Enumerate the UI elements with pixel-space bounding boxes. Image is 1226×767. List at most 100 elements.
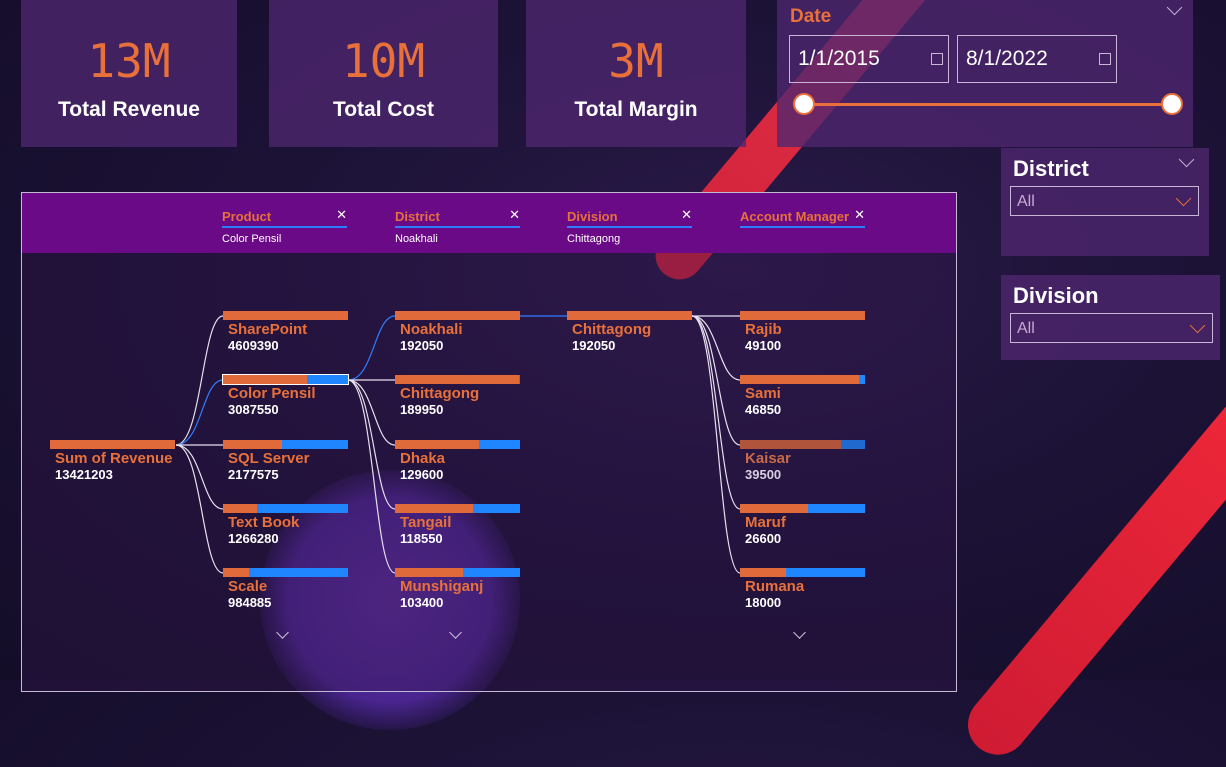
calendar-icon[interactable]	[1099, 53, 1111, 65]
node-value: 3087550	[228, 402, 279, 417]
node-label: Chittagong	[572, 321, 652, 338]
connector	[175, 444, 224, 574]
node-bar	[740, 568, 865, 577]
node-bar-fill	[740, 504, 808, 513]
end-date-value: 8/1/2022	[966, 47, 1048, 70]
district-dropdown-value: All	[1017, 193, 1035, 210]
division-slicer: Division All	[1001, 275, 1220, 360]
node-value: 118550	[400, 531, 443, 546]
node-bar	[395, 504, 520, 513]
connector	[347, 379, 396, 510]
node-label: Chittagong	[400, 385, 480, 402]
node-label: Text Book	[228, 514, 300, 531]
node-bar-fill	[223, 375, 307, 384]
node-bar-fill	[223, 504, 257, 513]
node-value: 39500	[745, 467, 782, 482]
connector	[175, 315, 224, 446]
node-bar	[50, 440, 175, 449]
node-bar	[740, 311, 865, 320]
node-bar	[395, 440, 520, 449]
node-value: 984885	[228, 595, 272, 610]
node-label: SQL Server	[228, 450, 310, 467]
node-bar-fill	[223, 440, 282, 449]
node-label: Kaisar	[745, 450, 791, 467]
division-dropdown[interactable]: All	[1010, 313, 1213, 343]
date-range-track[interactable]	[804, 103, 1173, 106]
kpi-card-total-margin: 3M Total Margin	[526, 0, 746, 147]
node-value: 18000	[745, 595, 782, 610]
node-bar	[223, 568, 348, 577]
node-label: Maruf	[745, 514, 786, 531]
node-bar	[395, 568, 520, 577]
node-bar-fill	[740, 375, 859, 384]
node-label: Rumana	[745, 578, 805, 595]
node-label: Sum of Revenue	[55, 450, 173, 467]
node-bar-fill	[395, 504, 473, 513]
node-bar-fill	[567, 311, 692, 320]
district-slicer-title: District	[1013, 156, 1089, 181]
node-value: 192050	[572, 338, 616, 353]
connector	[347, 315, 396, 381]
date-range-end-handle[interactable]	[1161, 93, 1183, 115]
node-bar-fill	[740, 440, 842, 449]
date-slicer-title: Date	[790, 6, 832, 27]
node-value: 1266280	[228, 531, 279, 546]
division-slicer-title: Division	[1013, 283, 1099, 308]
start-date-value: 1/1/2015	[798, 47, 880, 70]
kpi-value: 3M	[608, 34, 664, 88]
kpi-value: 10M	[341, 34, 426, 88]
date-slicer: Date 1/1/2015 8/1/2022	[777, 0, 1193, 147]
kpi-label: Total Cost	[332, 98, 435, 121]
node-bar-fill	[395, 375, 519, 384]
node-bar-fill	[223, 568, 250, 577]
division-dropdown-value: All	[1017, 320, 1035, 337]
date-range-start-handle[interactable]	[793, 93, 815, 115]
kpi-card-total-revenue: 13M Total Revenue	[21, 0, 237, 147]
node-bar	[567, 311, 692, 320]
connectors-division	[691, 315, 741, 574]
node-value: 192050	[400, 338, 444, 353]
node-value: 2177575	[228, 467, 279, 482]
calendar-icon[interactable]	[931, 53, 943, 65]
node-label: Tangail	[400, 514, 452, 531]
node-label: Noakhali	[400, 321, 463, 338]
node-bar-fill	[740, 311, 865, 320]
node-bar	[395, 375, 520, 384]
node-value: 129600	[400, 467, 444, 482]
node-label: SharePoint	[228, 321, 308, 338]
chevron-down-icon[interactable]	[1178, 151, 1195, 168]
node-label: Scale	[228, 578, 268, 595]
chevron-down-icon[interactable]	[1166, 0, 1183, 16]
node-bar	[395, 311, 520, 320]
node-bar-fill	[740, 568, 787, 577]
district-dropdown[interactable]: All	[1010, 186, 1199, 216]
end-date-input[interactable]: 8/1/2022	[957, 35, 1117, 83]
node-value: 49100	[745, 338, 782, 353]
node-label: Sami	[745, 385, 781, 402]
district-slicer: District All	[1001, 148, 1209, 256]
start-date-input[interactable]: 1/1/2015	[789, 35, 949, 83]
node-bar	[740, 504, 865, 513]
connector	[691, 315, 741, 574]
node-bar	[223, 311, 348, 320]
node-bar-fill	[50, 440, 175, 449]
background-stripe	[955, 330, 1226, 767]
node-value: 103400	[400, 595, 444, 610]
connectors-product	[347, 315, 396, 574]
kpi-label: Total Margin	[574, 98, 698, 121]
chevron-down-icon	[1189, 317, 1206, 334]
chevron-down-icon	[1175, 190, 1192, 207]
node-bar	[740, 375, 865, 384]
node-bar	[222, 374, 349, 385]
node-value: 46850	[745, 402, 782, 417]
node-value: 4609390	[228, 338, 279, 353]
node-bar	[223, 440, 348, 449]
kpi-card-total-cost: 10M Total Cost	[269, 0, 498, 147]
node-label: Dhaka	[400, 450, 446, 467]
decomposition-tree: Product ✕ Color Pensil District ✕ Noakha…	[21, 192, 957, 692]
node-bar-fill	[223, 311, 348, 320]
node-bar	[740, 440, 865, 449]
node-label: Munshiganj	[400, 578, 484, 595]
kpi-label: Total Revenue	[58, 98, 200, 121]
node-bar	[223, 504, 348, 513]
